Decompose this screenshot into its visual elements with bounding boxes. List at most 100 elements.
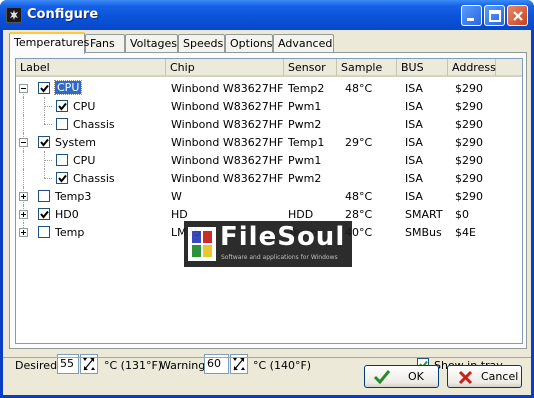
watermark: FileSoul Software and applications for W… xyxy=(184,221,352,267)
checkmark-icon xyxy=(40,84,49,93)
row-address: $290 xyxy=(455,82,483,95)
column-header-sample[interactable]: Sample xyxy=(337,59,397,77)
row-address: $290 xyxy=(455,100,483,113)
row-bus: ISA xyxy=(405,118,423,131)
tree-line xyxy=(23,97,24,115)
row-checkbox[interactable] xyxy=(56,100,68,112)
checkmark-icon xyxy=(40,138,49,147)
app-icon xyxy=(6,7,22,23)
watermark-subtitle: Software and applications for Windows xyxy=(221,254,338,261)
tree-row[interactable]: CPU Winbond W83627HF Pwm1 ISA $290 xyxy=(16,97,522,115)
row-bus: ISA xyxy=(405,154,423,167)
row-address: $290 xyxy=(455,136,483,149)
ok-button-label: OK xyxy=(408,370,424,383)
column-header-address[interactable]: Address xyxy=(448,59,496,77)
column-header-bus[interactable]: BUS xyxy=(397,59,448,77)
tab-options[interactable]: Options xyxy=(225,34,273,53)
cancel-button-label: Cancel xyxy=(481,370,519,383)
row-sensor: HDD xyxy=(288,208,314,221)
ok-button[interactable]: OK xyxy=(364,365,439,388)
tree-line xyxy=(23,151,24,169)
dialog-body: Temperatures Fans Voltages Speeds Option… xyxy=(3,30,531,395)
tree-row[interactable]: Temp3 W 48°C ISA $290 xyxy=(16,187,522,205)
temperatures-panel: Label Chip Sensor Sample BUS Address CPU… xyxy=(9,52,527,349)
tree-row[interactable]: System Winbond W83627HF Temp1 29°C ISA $290 xyxy=(16,133,522,151)
minus-icon xyxy=(21,142,26,143)
row-address: $4E xyxy=(455,226,476,239)
tab-advanced[interactable]: Advanced xyxy=(273,34,334,53)
row-bus: ISA xyxy=(405,172,423,185)
tree-row[interactable]: CPU Winbond W83627HF Temp2 48°C ISA $290 xyxy=(16,79,522,97)
row-bus: ISA xyxy=(405,136,423,149)
row-bus: SMART xyxy=(405,208,443,221)
row-sample: 48°C xyxy=(345,190,373,203)
tree-line xyxy=(23,115,24,133)
minimize-button[interactable] xyxy=(461,5,482,26)
tree-line xyxy=(44,106,52,107)
row-label: CPU xyxy=(73,100,96,113)
row-chip: Winbond W83627HF xyxy=(171,118,284,131)
row-checkbox[interactable] xyxy=(38,208,50,220)
tree-row[interactable]: Chassis Winbond W83627HF Pwm2 ISA $290 xyxy=(16,115,522,133)
row-sensor: Pwm2 xyxy=(288,172,322,185)
tree-line xyxy=(44,160,52,161)
collapse-toggle[interactable] xyxy=(19,84,28,93)
column-header-chip[interactable]: Chip xyxy=(166,59,284,77)
row-label: CPU xyxy=(73,154,96,167)
row-chip: Winbond W83627HF xyxy=(171,82,284,95)
expand-toggle[interactable] xyxy=(19,228,28,237)
warning-label: Warning xyxy=(160,359,206,372)
column-header-label[interactable]: Label xyxy=(16,59,166,77)
row-chip: HD xyxy=(171,208,188,221)
row-sample: 28°C xyxy=(345,208,373,221)
row-checkbox[interactable] xyxy=(56,118,68,130)
row-sensor: Temp2 xyxy=(288,82,325,95)
row-label: System xyxy=(55,136,97,149)
window-title: Configure xyxy=(27,7,99,22)
column-header-sensor[interactable]: Sensor xyxy=(284,59,337,77)
minus-icon xyxy=(21,88,26,89)
row-address: $290 xyxy=(455,154,483,167)
tree-row[interactable]: CPU Winbond W83627HF Pwm1 ISA $290 xyxy=(16,151,522,169)
cancel-x-icon xyxy=(458,370,473,385)
row-bus: ISA xyxy=(405,100,423,113)
plus-icon xyxy=(21,194,26,199)
row-address: $290 xyxy=(455,190,483,203)
sensor-tree-list[interactable]: Label Chip Sensor Sample BUS Address CPU… xyxy=(15,58,523,344)
row-checkbox[interactable] xyxy=(38,82,50,94)
row-address: $0 xyxy=(455,208,469,221)
tree-row[interactable]: Chassis Winbond W83627HF Pwm2 ISA $290 xyxy=(16,169,522,187)
row-checkbox[interactable] xyxy=(56,172,68,184)
row-chip: W xyxy=(171,190,182,203)
expand-toggle[interactable] xyxy=(19,210,28,219)
column-header-filler xyxy=(496,59,522,77)
row-label: Chassis xyxy=(73,118,115,131)
close-button[interactable] xyxy=(507,5,528,26)
plus-icon xyxy=(21,212,26,217)
collapse-toggle[interactable] xyxy=(19,138,28,147)
cancel-button[interactable]: Cancel xyxy=(447,365,522,388)
row-label: Temp xyxy=(55,226,85,239)
tree-line xyxy=(23,169,24,187)
tab-fans[interactable]: Fans xyxy=(85,34,125,53)
row-sample: 29°C xyxy=(345,136,373,149)
row-chip: Winbond W83627HF xyxy=(171,136,284,149)
tree-line xyxy=(44,115,45,124)
row-checkbox[interactable] xyxy=(38,136,50,148)
row-chip: Winbond W83627HF xyxy=(171,100,284,113)
row-checkbox[interactable] xyxy=(38,226,50,238)
tab-speeds[interactable]: Speeds xyxy=(178,34,225,53)
row-label: HD0 xyxy=(55,208,79,221)
row-address: $290 xyxy=(455,172,483,185)
close-icon xyxy=(513,11,523,21)
row-sensor: Pwm2 xyxy=(288,118,322,131)
row-checkbox[interactable] xyxy=(38,190,50,202)
expand-toggle[interactable] xyxy=(19,192,28,201)
maximize-button[interactable] xyxy=(484,5,505,26)
row-bus: SMBus xyxy=(405,226,442,239)
tab-temperatures[interactable]: Temperatures xyxy=(9,32,89,54)
checkmark-icon xyxy=(373,370,391,385)
tab-voltages[interactable]: Voltages xyxy=(125,34,178,53)
title-bar[interactable]: Configure xyxy=(0,0,534,30)
row-checkbox[interactable] xyxy=(56,154,68,166)
